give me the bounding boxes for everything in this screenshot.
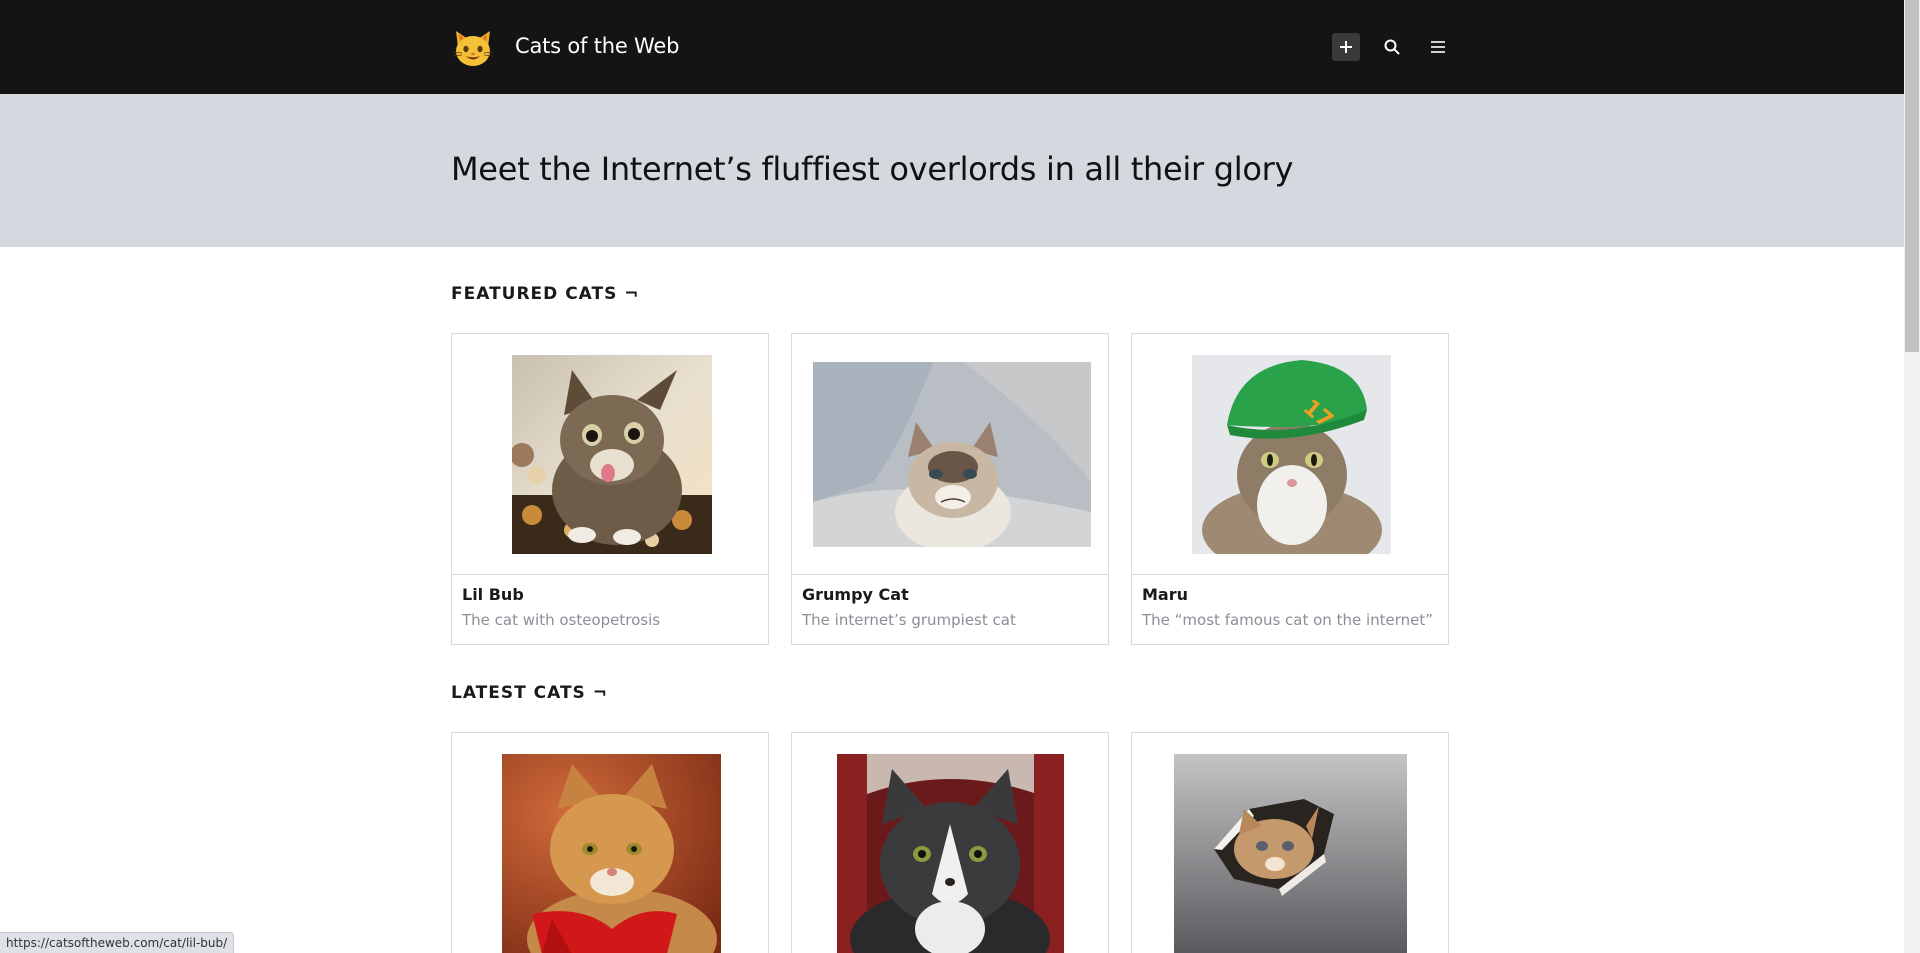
card-image-area: 17: [1132, 334, 1448, 575]
card-image-area: [792, 334, 1108, 575]
card-title: Maru: [1142, 585, 1188, 604]
lil-bub-photo: [512, 355, 712, 554]
hero-banner: Meet the Internet’s fluffiest overlords …: [0, 94, 1904, 247]
card-description: The cat with osteopetrosis: [462, 611, 661, 629]
scrollbar-thumb[interactable]: [1905, 0, 1919, 352]
orange-cat-photo: [502, 754, 721, 953]
tuxedo-cat-photo: [837, 754, 1064, 953]
status-bar-url: https://catsoftheweb.com/cat/lil-bub/: [0, 932, 235, 953]
site-logo[interactable]: [451, 25, 495, 69]
hamburger-menu-icon: [1431, 41, 1445, 53]
card-maru[interactable]: 17 Maru The “most famous cat on the inte…: [1131, 333, 1449, 645]
featured-heading: FEATURED CATS ¬: [451, 284, 640, 304]
page: Cats of the Web Meet the Internet’s fluf…: [0, 0, 1904, 953]
card-image-area: [1132, 733, 1448, 953]
search-button[interactable]: [1378, 33, 1406, 61]
latest-heading: LATEST CATS ¬: [451, 683, 608, 703]
card-lil-bub[interactable]: Lil Bub The cat with osteopetrosis: [451, 333, 769, 645]
card-grumpy-cat[interactable]: Grumpy Cat The internet’s grumpiest cat: [791, 333, 1109, 645]
latest-card-2[interactable]: [791, 732, 1109, 953]
site-title[interactable]: Cats of the Web: [515, 34, 679, 58]
maru-photo: 17: [1192, 355, 1391, 554]
plus-icon: [1340, 41, 1352, 53]
latest-card-1[interactable]: [451, 732, 769, 953]
menu-button[interactable]: [1424, 33, 1452, 61]
grumpy-cat-photo: [813, 362, 1091, 547]
card-title: Lil Bub: [462, 585, 524, 604]
card-description: The internet’s grumpiest cat: [802, 611, 1016, 629]
cat-face-icon: [452, 31, 494, 66]
latest-card-3[interactable]: [1131, 732, 1449, 953]
hero-title: Meet the Internet’s fluffiest overlords …: [451, 150, 1294, 188]
search-icon: [1384, 39, 1400, 55]
card-image-area: [452, 334, 768, 575]
add-button[interactable]: [1332, 33, 1360, 61]
card-image-area: [792, 733, 1108, 953]
ceiling-cat-photo: [1174, 754, 1407, 953]
card-image-area: [452, 733, 768, 953]
card-title: Grumpy Cat: [802, 585, 909, 604]
site-header: Cats of the Web: [0, 0, 1904, 94]
card-description: The “most famous cat on the internet”: [1142, 611, 1434, 629]
